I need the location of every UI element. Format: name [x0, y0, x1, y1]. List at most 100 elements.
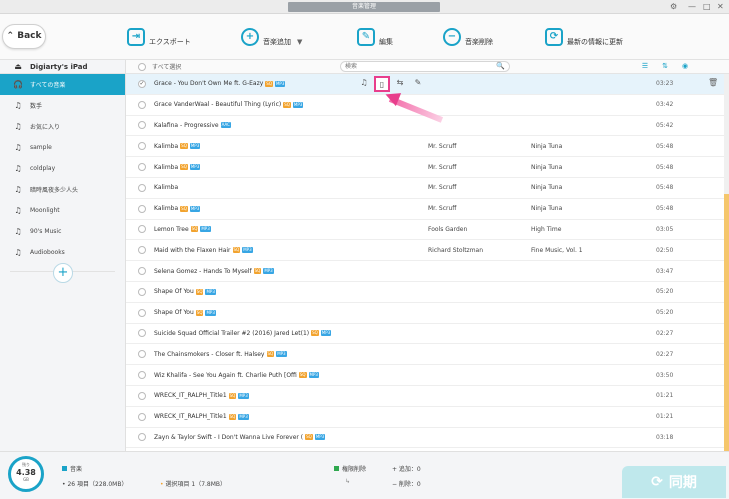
format-badge: SQ [265, 80, 273, 87]
row-checkbox[interactable] [138, 142, 146, 151]
row-checkbox[interactable] [138, 163, 146, 172]
song-row[interactable]: Kalimba Mr. Scruff Ninja Tuna 05:48 [126, 178, 726, 199]
sort-icon[interactable]: ⇅ [656, 61, 674, 72]
row-checkbox[interactable] [138, 350, 146, 359]
song-row[interactable]: WRECK_IT_RALPH_Title1 SQ MP3 01:21 [126, 407, 726, 428]
device-name: Digiarty's iPad [30, 62, 88, 71]
row-checkbox[interactable] [138, 183, 146, 192]
song-row[interactable]: Selena Gomez - Hands To Myself SQ MP3 03:47 [126, 261, 726, 282]
format-badge: MP3 [242, 247, 253, 254]
edit-button[interactable]: ✎ 編集 [357, 24, 393, 50]
row-checkbox[interactable]: ✓ [138, 79, 146, 88]
format-badge: SQ [195, 309, 204, 316]
song-title: Grace VanderWaal - Beautiful Thing (Lyri… [154, 101, 344, 108]
sync-icon: ⟳ [651, 474, 663, 490]
song-row[interactable]: Lemon Tree SQ MP3 Fools Garden High Time 03:0… [126, 220, 726, 241]
device-header[interactable]: ⏏ Digiarty's iPad [0, 60, 125, 74]
song-artist: Mr. Scruff [428, 205, 457, 213]
sidebar-item[interactable]: ♫ sample [0, 137, 125, 158]
song-row[interactable]: The Chainsmokers - Closer ft. Halsey SQ MP… [126, 344, 726, 366]
song-row[interactable]: Zayn & Taylor Swift - I Don't Wanna Live… [126, 428, 726, 449]
add-music-button[interactable]: + 音楽追加 ▼ [241, 24, 302, 50]
list-view-icon[interactable]: ☰ [636, 61, 654, 72]
row-checkbox[interactable] [138, 433, 146, 442]
song-duration: 02:50 [656, 246, 674, 254]
song-row[interactable]: Kalafina - Progressive AAC 05:42 [126, 116, 726, 137]
delete-music-button[interactable]: − 音楽削除 [443, 24, 493, 50]
chevron-down-icon[interactable]: ▼ [297, 38, 302, 46]
trash-icon[interactable]: 🗑 [708, 78, 718, 87]
edit-tag-icon[interactable]: ✎ [410, 76, 426, 92]
format-badge: SQ [266, 351, 275, 358]
row-checkbox[interactable] [138, 121, 146, 130]
row-checkbox[interactable] [138, 329, 146, 338]
song-row[interactable]: Suicide Squad Official Trailer #2 (2016)… [126, 324, 726, 345]
row-checkbox[interactable] [138, 246, 146, 255]
add-to-playlist-icon[interactable]: ♫ [356, 76, 372, 92]
row-checkbox[interactable] [138, 308, 146, 317]
song-title: Kalimba SQ MP3 [154, 205, 344, 212]
settings-icon[interactable]: ⚙ [670, 1, 677, 13]
row-checkbox[interactable] [138, 204, 146, 213]
sidebar-item-label: すべての音楽 [30, 82, 66, 89]
song-title: Kalimba [154, 184, 344, 191]
song-row[interactable]: Maid with the Flaxen Hair SQ MP3 Richard St… [126, 240, 726, 262]
sidebar-item[interactable]: ♫ 暗時風夜多少人头 [0, 179, 125, 200]
storage-gauge: 残り 4.38 GB [8, 456, 44, 492]
sidebar-item[interactable]: ♫ お気に入り [0, 116, 125, 137]
sync-button[interactable]: ⟳ 同期 [622, 466, 726, 498]
toolbar: ⌃ Back ⇥ エクスポート + 音楽追加 ▼ ✎ 編集 − 音楽削除 ⟳ 最… [0, 14, 729, 60]
song-duration: 03:23 [656, 80, 674, 88]
search-icon[interactable]: 🔍 [496, 62, 505, 71]
row-checkbox[interactable] [138, 371, 146, 380]
song-duration: 01:21 [656, 413, 674, 421]
export-label: エクスポート [149, 38, 191, 46]
sidebar-item[interactable]: ♫ 数手 [0, 95, 125, 116]
filter-icon[interactable]: ◉ [676, 61, 694, 72]
format-badge: SQ [232, 247, 241, 254]
scrollbar[interactable] [724, 74, 729, 451]
row-checkbox[interactable] [138, 225, 146, 234]
format-badge: SQ [180, 205, 188, 212]
song-row[interactable]: Kalimba SQ MP3 Mr. Scruff Ninja Tuna 05:48 [126, 157, 726, 178]
select-all-checkbox[interactable] [138, 62, 146, 71]
song-row[interactable]: WRECK_IT_RALPH_Title1 SQ MP3 01:21 [126, 386, 726, 407]
delete-music-label: 音楽削除 [465, 38, 493, 46]
select-all[interactable]: すべて選択 [138, 62, 181, 71]
song-row[interactable]: ✓ Grace - You Don't Own Me ft. G-Eazy SQ MP… [126, 74, 726, 95]
song-row[interactable]: Shape Of You SQ MP3 05:20 [126, 282, 726, 303]
maximize-icon[interactable]: □ [703, 1, 711, 13]
format-badge: SQ [195, 288, 204, 295]
song-title: Suicide Squad Official Trailer #2 (2016)… [154, 330, 344, 337]
song-row[interactable]: Kalimba SQ MP3 Mr. Scruff Ninja Tuna 05:48 [126, 199, 726, 220]
song-row[interactable]: Wiz Khalifa - See You Again ft. Charlie … [126, 365, 726, 386]
sidebar-item[interactable]: ♫ Moonlight [0, 200, 125, 221]
sidebar-item[interactable]: ♫ Audiobooks [0, 242, 125, 263]
sidebar-item[interactable]: 🎧 すべての音楽 [0, 74, 125, 95]
song-title: Shape Of You SQ MP3 [154, 288, 344, 295]
song-row[interactable]: Shape Of You SQ MP3 05:20 [126, 303, 726, 324]
sidebar-item[interactable]: ♫ coldplay [0, 158, 125, 179]
refresh-button[interactable]: ⟳ 最新の情報に更新 [545, 24, 623, 50]
scrollbar-thumb[interactable] [724, 194, 729, 451]
headphones-icon: 🎧 [13, 80, 23, 89]
song-duration: 05:20 [656, 309, 674, 317]
row-checkbox[interactable] [138, 412, 146, 421]
format-badge: SQ [305, 434, 313, 441]
row-checkbox[interactable] [138, 391, 146, 400]
row-checkbox[interactable] [138, 100, 146, 109]
selected-summary: • 選択項目 1（7.8MB） [160, 481, 227, 488]
song-album: High Time [531, 225, 562, 233]
song-row[interactable]: Kalimba SQ MP3 Mr. Scruff Ninja Tuna 05:48 [126, 136, 726, 158]
minimize-icon[interactable]: — [688, 1, 696, 13]
row-checkbox[interactable] [138, 287, 146, 296]
sidebar-item[interactable]: ♫ 90's Music [0, 221, 125, 242]
export-button[interactable]: ⇥ エクスポート [127, 24, 191, 50]
search-input[interactable]: 検索 🔍 [340, 61, 510, 72]
row-checkbox[interactable] [138, 267, 146, 276]
back-button[interactable]: ⌃ Back [2, 24, 46, 49]
sidebar-item-label: 90's Music [30, 228, 62, 235]
add-music-label: 音楽追加 [263, 38, 291, 46]
add-playlist-button[interactable]: + [53, 263, 73, 283]
close-icon[interactable]: ✕ [717, 1, 724, 13]
